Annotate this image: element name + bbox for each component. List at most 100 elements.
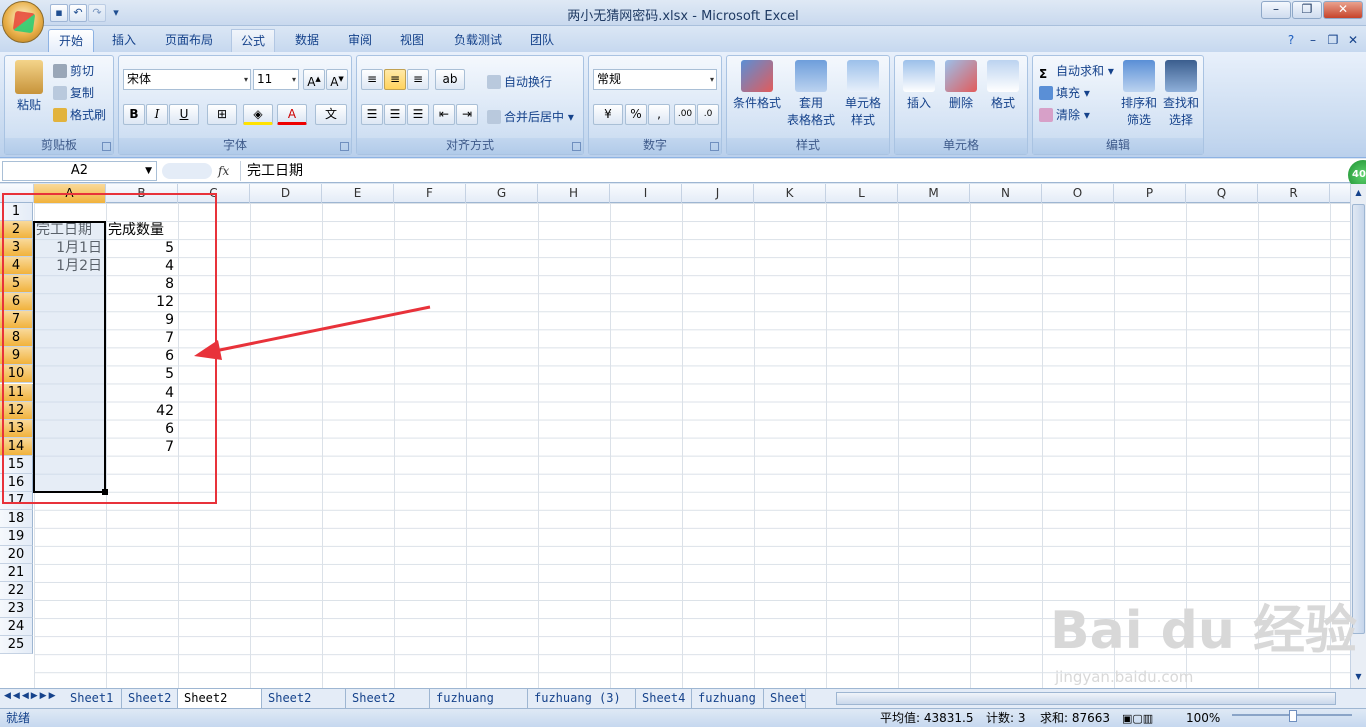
cell-B14[interactable]: 7 bbox=[106, 437, 174, 458]
currency-icon[interactable]: ¥ bbox=[593, 104, 623, 125]
name-box[interactable]: A2 ▼ bbox=[2, 161, 157, 181]
row-header-18[interactable]: 18 bbox=[0, 509, 33, 528]
sheet-tab-4[interactable]: Sheet2 (3) bbox=[346, 689, 430, 723]
dialog-launcher-icon[interactable] bbox=[102, 142, 111, 151]
ribbon-minimize-icon[interactable]: – bbox=[1304, 29, 1322, 52]
close-button[interactable]: ✕ bbox=[1323, 1, 1363, 19]
align-middle-icon[interactable]: ≡ bbox=[384, 69, 406, 90]
formula-input[interactable]: 完工日期 bbox=[240, 161, 1346, 181]
sheet-tab-1[interactable]: Sheet2 bbox=[122, 689, 178, 708]
align-right-icon[interactable]: ☰ bbox=[407, 104, 429, 125]
cut-button[interactable]: 剪切 bbox=[53, 62, 94, 79]
align-center-icon[interactable]: ☰ bbox=[384, 104, 406, 125]
tab-load-test[interactable]: 负载测试 bbox=[446, 29, 510, 52]
find-select-button[interactable]: 查找和 选择 bbox=[1161, 60, 1201, 128]
percent-button[interactable]: % bbox=[625, 104, 647, 125]
paste-button[interactable]: 粘贴 bbox=[9, 60, 49, 113]
maximize-button[interactable]: ❐ bbox=[1292, 1, 1322, 19]
column-header-J[interactable]: J bbox=[682, 184, 754, 203]
row-header-1[interactable]: 1 bbox=[0, 203, 33, 222]
tab-team[interactable]: 团队 bbox=[522, 29, 562, 52]
column-header-N[interactable]: N bbox=[970, 184, 1042, 203]
tab-view[interactable]: 视图 bbox=[392, 29, 432, 52]
italic-button[interactable]: I bbox=[146, 104, 168, 125]
row-header-7[interactable]: 7 bbox=[0, 311, 33, 330]
row-header-9[interactable]: 9 bbox=[0, 347, 33, 366]
row-header-2[interactable]: 2 bbox=[0, 221, 33, 240]
wrap-text-button[interactable]: 自动换行 bbox=[487, 73, 552, 90]
row-header-19[interactable]: 19 bbox=[0, 527, 33, 546]
horizontal-scrollbar[interactable] bbox=[836, 692, 1336, 705]
column-header-D[interactable]: D bbox=[250, 184, 322, 203]
row-header-12[interactable]: 12 bbox=[0, 401, 33, 420]
scroll-up-icon[interactable]: ▲ bbox=[1352, 188, 1365, 202]
fill-button[interactable]: 填充 ▾ bbox=[1039, 84, 1090, 101]
increase-indent-icon[interactable]: ⇥ bbox=[456, 104, 478, 125]
column-header-Q[interactable]: Q bbox=[1186, 184, 1258, 203]
format-cells-button[interactable]: 格式 bbox=[983, 60, 1023, 111]
column-header-L[interactable]: L bbox=[826, 184, 898, 203]
bold-button[interactable]: B bbox=[123, 104, 145, 125]
dialog-launcher-icon[interactable] bbox=[340, 142, 349, 151]
row-header-22[interactable]: 22 bbox=[0, 582, 33, 601]
sheet-tab-9[interactable]: Sheet bbox=[764, 689, 806, 708]
decrease-decimal-icon[interactable]: .0 bbox=[697, 104, 719, 125]
row-header-3[interactable]: 3 bbox=[0, 239, 33, 258]
row-header-17[interactable]: 17 bbox=[0, 491, 33, 510]
sheet-nav-icon[interactable]: ◀◀◀▶▶▶ bbox=[4, 691, 58, 701]
shrink-font-button[interactable]: A▼ bbox=[326, 69, 348, 90]
scroll-down-icon[interactable]: ▼ bbox=[1352, 672, 1365, 686]
column-header-K[interactable]: K bbox=[754, 184, 826, 203]
tab-page-layout[interactable]: 页面布局 bbox=[158, 29, 220, 52]
align-left-icon[interactable]: ☰ bbox=[361, 104, 383, 125]
row-header-6[interactable]: 6 bbox=[0, 293, 33, 312]
row-header-14[interactable]: 14 bbox=[0, 437, 33, 456]
tab-home[interactable]: 开始 bbox=[48, 29, 94, 52]
row-header-20[interactable]: 20 bbox=[0, 545, 33, 564]
autosum-button[interactable]: Σ 自动求和 ▾ bbox=[1039, 62, 1114, 81]
sheet-tab-0[interactable]: Sheet1 bbox=[64, 689, 122, 708]
borders-icon[interactable]: ⊞ bbox=[207, 104, 237, 125]
row-header-25[interactable]: 25 bbox=[0, 636, 33, 655]
minimize-button[interactable]: – bbox=[1261, 1, 1291, 19]
column-header-C[interactable]: C bbox=[178, 184, 250, 203]
number-format-select[interactable]: 常规 ▾ bbox=[593, 69, 717, 90]
row-header-24[interactable]: 24 bbox=[0, 618, 33, 637]
column-header-F[interactable]: F bbox=[394, 184, 466, 203]
ribbon-restore-icon[interactable]: ❐ bbox=[1324, 29, 1342, 52]
help-icon[interactable]: ? bbox=[1282, 29, 1300, 52]
column-header-E[interactable]: E bbox=[322, 184, 394, 203]
column-header-B[interactable]: B bbox=[106, 184, 178, 203]
row-header-21[interactable]: 21 bbox=[0, 564, 33, 583]
sort-filter-button[interactable]: 排序和 筛选 bbox=[1119, 60, 1159, 128]
orientation-icon[interactable]: ab bbox=[435, 69, 465, 90]
sheet-tab-7[interactable]: Sheet4 bbox=[636, 689, 692, 708]
sheet-tab-6[interactable]: fuzhuang (3) bbox=[528, 689, 636, 708]
sheet-tab-8[interactable]: fuzhuang bbox=[692, 689, 764, 708]
zoom-slider-thumb[interactable] bbox=[1289, 710, 1297, 722]
align-top-icon[interactable]: ≡ bbox=[361, 69, 383, 90]
row-header-23[interactable]: 23 bbox=[0, 600, 33, 619]
decrease-indent-icon[interactable]: ⇤ bbox=[433, 104, 455, 125]
tab-review[interactable]: 审阅 bbox=[340, 29, 380, 52]
office-button[interactable] bbox=[2, 1, 44, 43]
column-header-P[interactable]: P bbox=[1114, 184, 1186, 203]
row-header-11[interactable]: 11 bbox=[0, 383, 33, 402]
column-header-R[interactable]: R bbox=[1258, 184, 1330, 203]
column-header-H[interactable]: H bbox=[538, 184, 610, 203]
select-all-corner[interactable] bbox=[0, 184, 34, 203]
cell-styles-button[interactable]: 单元格 样式 bbox=[837, 60, 889, 128]
merge-center-button[interactable]: 合并后居中 ▾ bbox=[487, 108, 574, 125]
column-header-M[interactable]: M bbox=[898, 184, 970, 203]
underline-button[interactable]: U bbox=[169, 104, 199, 125]
row-header-4[interactable]: 4 bbox=[0, 257, 33, 276]
insert-cells-button[interactable]: 插入 bbox=[899, 60, 939, 111]
sheet-tab-2[interactable]: Sheet2 (4) bbox=[178, 689, 262, 723]
format-as-table-button[interactable]: 套用 表格格式 bbox=[783, 60, 839, 128]
row-header-10[interactable]: 10 bbox=[0, 365, 33, 384]
column-header-I[interactable]: I bbox=[610, 184, 682, 203]
row-header-13[interactable]: 13 bbox=[0, 419, 33, 438]
comma-button[interactable]: , bbox=[648, 104, 670, 125]
sheet-tab-3[interactable]: Sheet2 (2) bbox=[262, 689, 346, 723]
row-header-8[interactable]: 8 bbox=[0, 329, 33, 348]
